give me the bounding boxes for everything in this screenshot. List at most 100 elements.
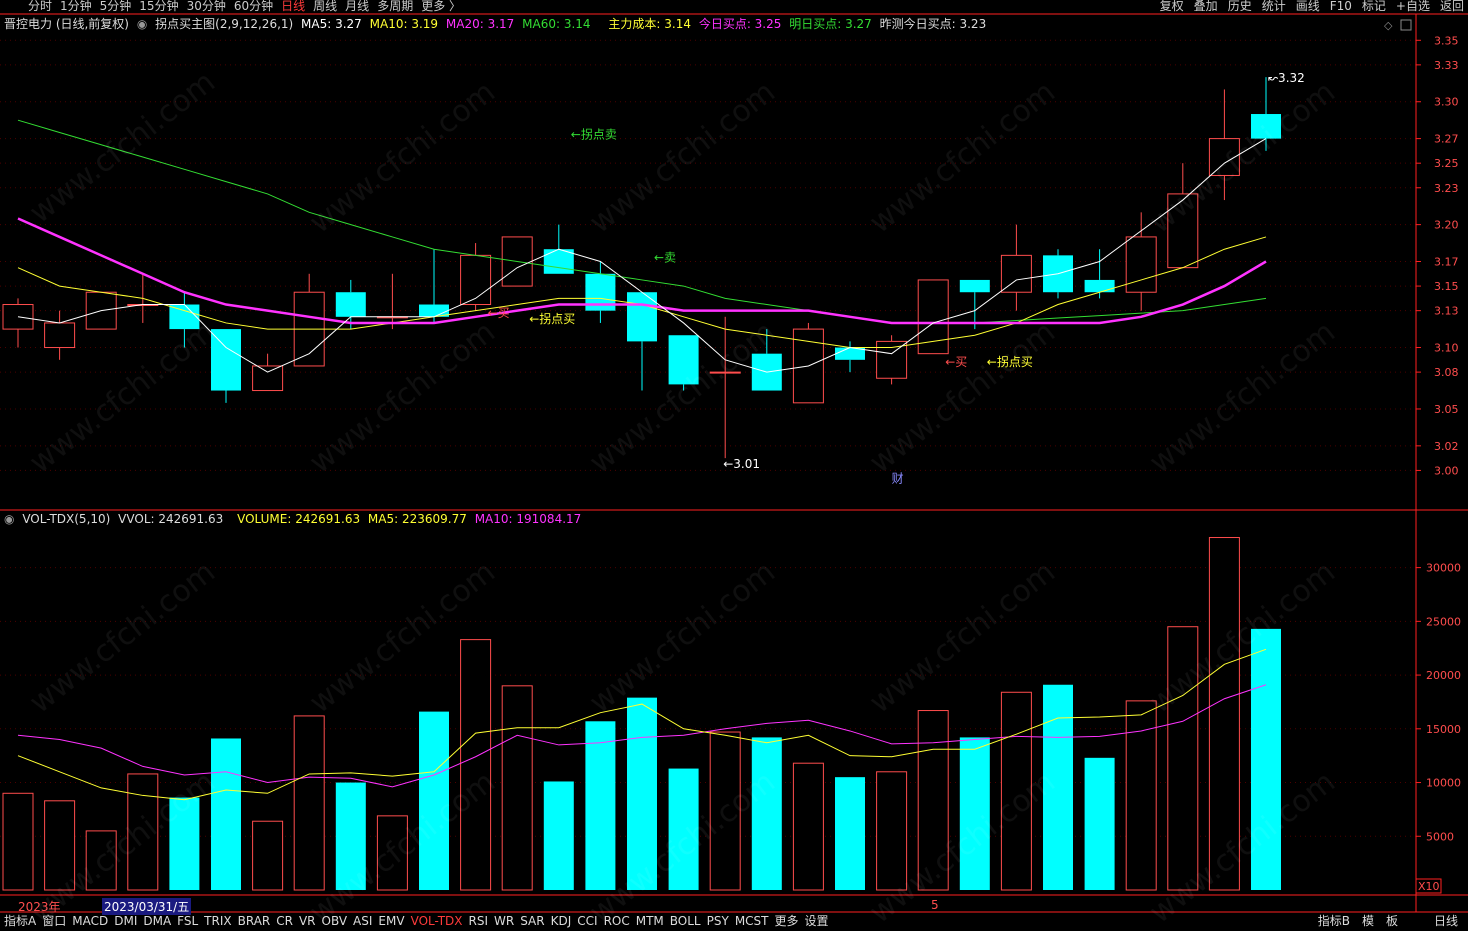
date-axis: 2023年 2023/03/31/五 5 — [0, 898, 1416, 915]
signal-label: ←拐点卖 — [571, 127, 617, 142]
toolbar-button-0[interactable]: 复权 — [1160, 0, 1184, 12]
indicator-tab-11[interactable]: ASI — [353, 914, 372, 928]
indicator-tab-8[interactable]: CR — [276, 914, 293, 928]
indicator-tab-2[interactable]: MACD — [72, 914, 108, 928]
period-tab-8[interactable]: 月线 — [345, 0, 369, 12]
indicator-tab-12[interactable]: EMV — [378, 914, 404, 928]
candle[interactable] — [1125, 212, 1157, 311]
candle[interactable] — [876, 335, 908, 385]
toolbar-button-5[interactable]: F10 — [1330, 0, 1352, 12]
candle-body — [1084, 279, 1115, 293]
indicator-tab-25[interactable]: 设置 — [805, 914, 829, 928]
indicator-tab-20[interactable]: MTM — [636, 914, 664, 928]
vol-ma5-value: MA5: 223609.77 — [367, 512, 467, 526]
collapse-icon[interactable]: ◉ — [137, 17, 147, 31]
price-tick-label: 3.05 — [1434, 403, 1459, 416]
volume-tick-label: 10000 — [1426, 777, 1461, 790]
period-tab-10[interactable]: 更多 〉 — [421, 0, 461, 12]
indicator-tab-17[interactable]: KDJ — [551, 914, 572, 928]
cost-value: 主力成本: 3.14 — [608, 17, 691, 31]
indicator-tab-0[interactable]: 指标A — [4, 914, 36, 928]
volume-tick-label: 20000 — [1426, 669, 1461, 682]
window-icon[interactable] — [1400, 19, 1412, 31]
collapse-icon[interactable]: ◉ — [4, 512, 14, 526]
toolbar-button-7[interactable]: +自选 — [1396, 0, 1430, 12]
volume-bar[interactable] — [751, 737, 782, 890]
tomorrow-buy-value: 明日买点: 3.27 — [789, 17, 872, 31]
indicator-tab-14[interactable]: RSI — [469, 914, 489, 928]
volume-bar[interactable] — [211, 738, 241, 890]
price-tick-label: 3.25 — [1434, 157, 1459, 170]
stock-title[interactable]: 晋控电力 (日线,前复权) — [4, 17, 129, 31]
diamond-icon: ◇ — [1384, 19, 1393, 32]
volume-bar[interactable] — [501, 685, 533, 891]
candle[interactable] — [1000, 224, 1032, 311]
vol-ma10-value: MA10: 191084.17 — [474, 512, 582, 526]
bottom-right-button-3[interactable]: 日线 — [1434, 914, 1458, 928]
price-tick-label: 3.15 — [1434, 280, 1459, 293]
volume-bar[interactable] — [460, 639, 492, 891]
period-tab-5[interactable]: 60分钟 — [234, 0, 273, 12]
period-tab-7[interactable]: 周线 — [313, 0, 337, 12]
price-tick-label: 3.30 — [1434, 96, 1459, 109]
candle[interactable] — [376, 273, 408, 330]
indicator-tab-7[interactable]: BRAR — [238, 914, 271, 928]
candle[interactable] — [2, 298, 34, 348]
volume-indicator-name[interactable]: VOL-TDX(5,10) — [22, 512, 110, 526]
indicator-tab-21[interactable]: BOLL — [670, 914, 701, 928]
candle[interactable] — [293, 273, 325, 367]
indicator-tab-24[interactable]: 更多 — [775, 914, 799, 928]
period-tab-6[interactable]: 日线 — [281, 0, 305, 12]
indicator-name[interactable]: 拐点买主图(2,9,12,26,1) — [155, 17, 293, 31]
period-tab-3[interactable]: 15分钟 — [139, 0, 178, 12]
volume-bar[interactable] — [792, 762, 824, 891]
volume-bar[interactable] — [2, 792, 34, 891]
period-tab-2[interactable]: 5分钟 — [100, 0, 132, 12]
volume-bar[interactable] — [1125, 700, 1157, 891]
period-tab-1[interactable]: 1分钟 — [60, 0, 92, 12]
indicator-tab-13[interactable]: VOL-TDX — [411, 914, 463, 928]
candles[interactable] — [2, 77, 1281, 459]
volume-bar[interactable] — [585, 721, 616, 890]
toolbar-button-1[interactable]: 叠加 — [1194, 0, 1218, 12]
bottom-right-button-0[interactable]: 指标B — [1318, 914, 1350, 928]
candle[interactable] — [460, 243, 492, 311]
indicator-tab-4[interactable]: DMA — [143, 914, 171, 928]
toolbar-button-4[interactable]: 画线 — [1296, 0, 1320, 12]
candle-body — [876, 340, 908, 379]
price-tick-label: 3.13 — [1434, 305, 1459, 318]
period-tab-9[interactable]: 多周期 — [377, 0, 413, 12]
indicator-tab-16[interactable]: SAR — [520, 914, 544, 928]
ma5-value: MA5: 3.27 — [301, 17, 362, 31]
bottom-right-button-2[interactable]: 板 — [1386, 914, 1398, 928]
period-tab-0[interactable]: 分时 — [28, 0, 52, 12]
toolbar-button-2[interactable]: 历史 — [1228, 0, 1252, 12]
volume-bar[interactable] — [835, 777, 865, 890]
period-tab-4[interactable]: 30分钟 — [187, 0, 226, 12]
candle[interactable] — [1084, 249, 1115, 299]
toolbar-button-6[interactable]: 标记 — [1362, 0, 1386, 12]
candle-body — [44, 322, 76, 349]
ma60-value: MA60: 3.14 — [522, 17, 591, 31]
candle[interactable] — [44, 310, 76, 360]
candle[interactable] — [585, 261, 616, 323]
indicator-tab-23[interactable]: MCST — [735, 914, 769, 928]
volume-bar[interactable] — [1084, 757, 1115, 890]
candle[interactable] — [792, 322, 824, 404]
high-price-label: ↜3.32 — [1268, 71, 1305, 85]
indicator-tab-5[interactable]: FSL — [177, 914, 198, 928]
toolbar-button-8[interactable]: 返回 — [1440, 0, 1464, 12]
price-tick-label: 3.17 — [1434, 256, 1459, 269]
volume-bar[interactable] — [252, 820, 284, 891]
volume-bar[interactable] — [293, 715, 325, 891]
price-indicator-header: 晋控电力 (日线,前复权) ◉ 拐点买主图(2,9,12,26,1) MA5: … — [4, 17, 990, 31]
price-tick-label: 3.00 — [1434, 464, 1459, 477]
indicator-tab-22[interactable]: PSY — [707, 914, 729, 928]
indicator-tab-3[interactable]: DMI — [114, 914, 137, 928]
volume-bar[interactable] — [543, 781, 574, 890]
toolbar-button-3[interactable]: 统计 — [1262, 0, 1286, 12]
bottom-right-button-1[interactable]: 模 — [1362, 914, 1374, 928]
volume-tick-label: 5000 — [1426, 830, 1454, 843]
indicator-tab-6[interactable]: TRIX — [204, 914, 231, 928]
indicator-tab-15[interactable]: WR — [494, 914, 514, 928]
